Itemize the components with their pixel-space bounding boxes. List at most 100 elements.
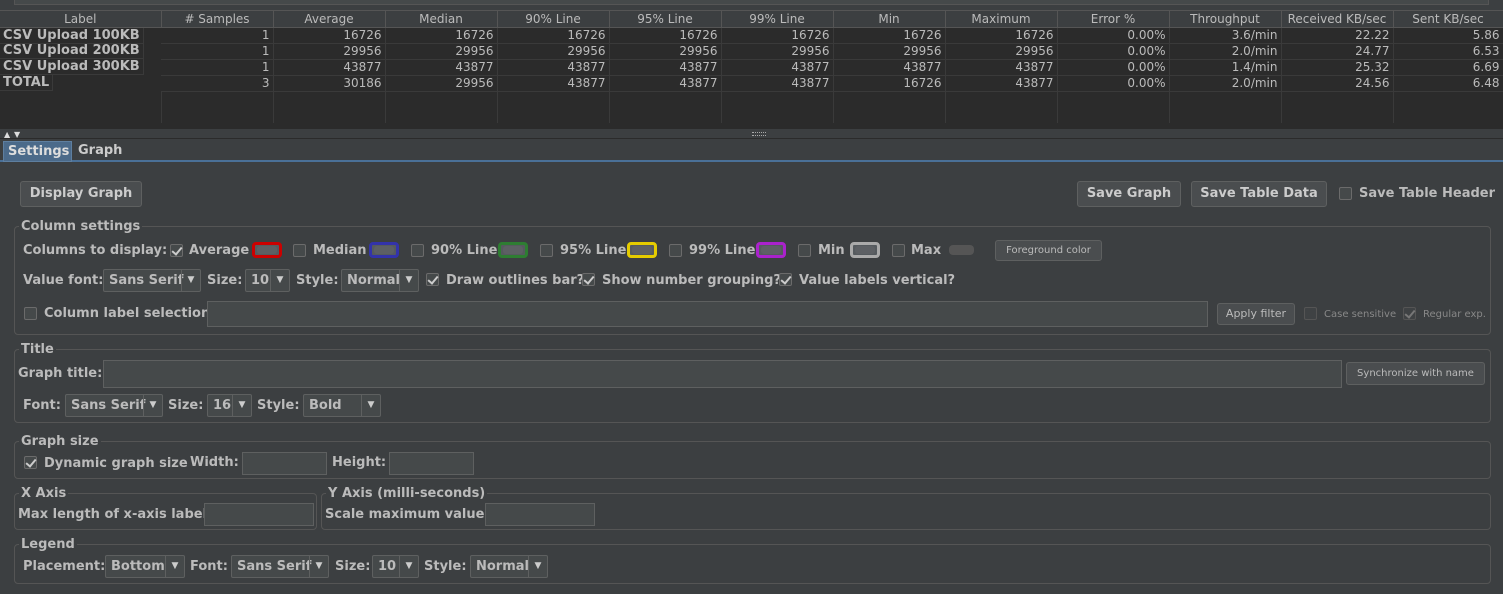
- table-cell: 6.69: [1393, 59, 1503, 76]
- table-cell: 1: [161, 27, 274, 44]
- title-font-select[interactable]: Sans Serif ▼: [65, 394, 163, 417]
- column-header[interactable]: Min: [833, 11, 946, 28]
- split-divider[interactable]: ▲ ▼: [0, 128, 1503, 139]
- collapse-down-icon[interactable]: ▼: [14, 131, 20, 139]
- line95-checkbox[interactable]: [540, 244, 553, 257]
- placement-value: Bottom: [111, 559, 165, 574]
- table-row[interactable]: CSV Upload 300KB 1 43877 43877 43877 43877 438…: [0, 59, 1503, 76]
- x-axis-title: X Axis: [19, 486, 69, 502]
- average-color-swatch[interactable]: [252, 242, 282, 258]
- scale-max-input[interactable]: [485, 503, 595, 526]
- column-header[interactable]: Sent KB/sec: [1393, 11, 1503, 28]
- number-grouping-checkbox[interactable]: [582, 273, 595, 286]
- empty-cell: [497, 107, 610, 123]
- column-header[interactable]: Average: [273, 11, 386, 28]
- height-label: Height:: [332, 455, 387, 470]
- empty-cell: [273, 91, 386, 107]
- empty-cell: [161, 91, 274, 107]
- chevron-down-icon: ▼: [270, 270, 289, 291]
- apply-filter-button[interactable]: Apply filter: [1217, 303, 1295, 325]
- title-style-value: Bold: [309, 398, 342, 413]
- scale-max-label: Scale maximum value:: [325, 507, 490, 522]
- legend-size-select[interactable]: 10 ▼: [372, 555, 419, 578]
- table-cell: 43877: [497, 75, 610, 92]
- graph-title-input[interactable]: [103, 360, 1342, 388]
- empty-cell: [945, 107, 1058, 123]
- legend-style-select[interactable]: Normal ▼: [470, 555, 548, 578]
- height-input[interactable]: [389, 452, 474, 475]
- value-font-select[interactable]: Sans Serif ▼: [103, 269, 201, 292]
- table-cell: 0.00%: [1057, 43, 1170, 60]
- width-input[interactable]: [242, 452, 327, 475]
- median-color-swatch[interactable]: [369, 242, 399, 258]
- max-color-swatch[interactable]: [949, 245, 974, 255]
- line90-color-swatch[interactable]: [498, 242, 528, 258]
- column-header[interactable]: Received KB/sec: [1281, 11, 1394, 28]
- column-label-selection-checkbox[interactable]: [24, 307, 37, 320]
- line95-color-swatch[interactable]: [627, 242, 657, 258]
- tab-settings[interactable]: Settings: [3, 141, 72, 162]
- column-header[interactable]: Throughput: [1169, 11, 1282, 28]
- median-checkbox[interactable]: [293, 244, 306, 257]
- table-cell: 0.00%: [1057, 27, 1170, 44]
- value-style-select[interactable]: Normal ▼: [341, 269, 419, 292]
- value-size-select[interactable]: 10 ▼: [245, 269, 290, 292]
- table-row[interactable]: CSV Upload 200KB 1 29956 29956 29956 29956 299…: [0, 43, 1503, 60]
- line99-color-swatch[interactable]: [756, 242, 786, 258]
- display-graph-button[interactable]: Display Graph: [20, 181, 142, 207]
- line90-checkbox[interactable]: [411, 244, 424, 257]
- table-row[interactable]: TOTAL 3 30186 29956 43877 43877 43877 16726 4387…: [0, 75, 1503, 92]
- column-header[interactable]: 95% Line: [609, 11, 722, 28]
- min-color-swatch[interactable]: [850, 242, 880, 258]
- save-table-header-checkbox[interactable]: [1339, 187, 1352, 200]
- max-checkbox[interactable]: [892, 244, 905, 257]
- min-checkbox[interactable]: [798, 244, 811, 257]
- dynamic-graph-size-checkbox[interactable]: [24, 456, 37, 469]
- case-sensitive-checkbox[interactable]: [1304, 307, 1317, 320]
- column-header[interactable]: Median: [385, 11, 498, 28]
- empty-cell: [385, 107, 498, 123]
- line99-checkbox[interactable]: [669, 244, 682, 257]
- empty-cell: [609, 107, 722, 123]
- tab-graph[interactable]: Graph: [74, 141, 126, 162]
- column-header[interactable]: Maximum: [945, 11, 1058, 28]
- column-label-selection-label: Column label selection:: [44, 306, 216, 321]
- empty-cell: [385, 91, 498, 107]
- table-cell: 3.6/min: [1169, 27, 1282, 44]
- save-graph-button[interactable]: Save Graph: [1077, 181, 1181, 207]
- placement-select[interactable]: Bottom ▼: [105, 555, 185, 578]
- regular-exp-checkbox[interactable]: [1403, 307, 1416, 320]
- table-row[interactable]: CSV Upload 100KB 1 16726 16726 16726 16726 167…: [0, 27, 1503, 44]
- table-cell: 43877: [833, 59, 946, 76]
- legend-size-value: 10: [378, 559, 397, 574]
- title-style-select[interactable]: Bold ▼: [303, 394, 381, 417]
- row-label-cell: CSV Upload 200KB: [0, 43, 144, 59]
- average-checkbox[interactable]: [170, 244, 183, 257]
- empty-cell: [1393, 107, 1503, 123]
- table-cell: 29956: [385, 43, 498, 60]
- table-cell: 16726: [385, 27, 498, 44]
- empty-cell: [609, 91, 722, 107]
- column-header[interactable]: 99% Line: [721, 11, 834, 28]
- foreground-color-button[interactable]: Foreground color: [995, 240, 1102, 261]
- collapse-up-icon[interactable]: ▲: [4, 131, 10, 139]
- max-length-input[interactable]: [204, 503, 314, 526]
- save-table-data-button[interactable]: Save Table Data: [1191, 181, 1327, 207]
- column-header[interactable]: 90% Line: [497, 11, 610, 28]
- save-table-header-label: Save Table Header: [1359, 186, 1496, 201]
- draw-outlines-checkbox[interactable]: [426, 273, 439, 286]
- drag-handle-icon[interactable]: [752, 132, 766, 136]
- legend-font-select[interactable]: Sans Serif ▼: [231, 555, 329, 578]
- table-cell: 22.22: [1281, 27, 1394, 44]
- table-cell: 43877: [721, 59, 834, 76]
- title-size-select[interactable]: 16 ▼: [207, 394, 252, 417]
- empty-cell: [833, 91, 946, 107]
- row-label-cell: TOTAL: [0, 75, 54, 91]
- column-header[interactable]: Error %: [1057, 11, 1170, 28]
- column-label-filter-input[interactable]: [207, 301, 1208, 327]
- column-header[interactable]: Label: [0, 11, 162, 28]
- chevron-down-icon: ▼: [399, 270, 418, 291]
- synchronize-with-name-button[interactable]: Synchronize with name: [1346, 362, 1485, 385]
- column-header[interactable]: # Samples: [161, 11, 274, 28]
- labels-vertical-checkbox[interactable]: [779, 273, 792, 286]
